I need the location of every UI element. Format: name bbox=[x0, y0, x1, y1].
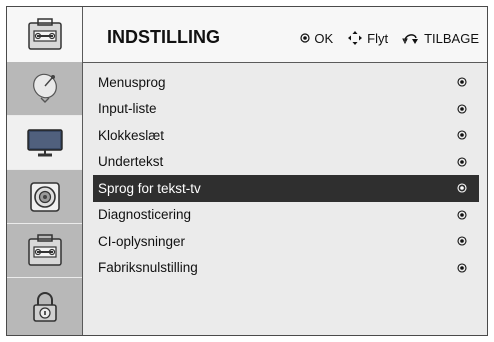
hint-back: TILBAGE bbox=[402, 31, 479, 46]
menu-item-label: Klokkeslæt bbox=[98, 127, 165, 143]
menu-item-label: Input-liste bbox=[98, 101, 157, 117]
menu-item-label: Sprog for tekst-tv bbox=[98, 180, 201, 196]
sidebar-item-audio[interactable] bbox=[7, 170, 82, 223]
menu-item-input-liste[interactable]: Input-liste bbox=[93, 96, 479, 123]
menu-item-sprog-for-tekst-tv[interactable]: Sprog for tekst-tv bbox=[93, 175, 479, 202]
menu-item-fabriksnulstilling[interactable]: Fabriksnulstilling bbox=[93, 255, 479, 282]
menu-list: Menusprog Input-liste Klokkeslæt Underte… bbox=[93, 69, 479, 281]
menu-item-label: Menusprog bbox=[98, 74, 166, 90]
tv-screen-icon bbox=[26, 128, 63, 156]
menu-item-label: Diagnosticering bbox=[98, 207, 192, 223]
header-bar: INDSTILLING OK Flyt TILBAGE bbox=[7, 7, 487, 63]
satellite-dish-icon bbox=[32, 73, 57, 103]
hint-move: Flyt bbox=[347, 30, 388, 46]
radio-dot-icon bbox=[457, 210, 467, 220]
radio-dot-icon bbox=[457, 104, 467, 114]
move-arrows-icon bbox=[348, 31, 363, 45]
settings-window: INDSTILLING OK Flyt TILBAGE Menusprog In… bbox=[6, 6, 488, 336]
radio-dot-icon bbox=[457, 183, 467, 193]
hint-ok-label: OK bbox=[314, 30, 334, 46]
menu-item-undertekst[interactable]: Undertekst bbox=[93, 149, 479, 176]
menu-item-label: CI-oplysninger bbox=[98, 233, 186, 249]
page-title: INDSTILLING bbox=[107, 27, 220, 47]
radio-dot-icon bbox=[457, 157, 467, 167]
menu-item-label: Fabriksnulstilling bbox=[98, 260, 198, 276]
speaker-icon bbox=[29, 181, 60, 212]
hint-back-label: TILBAGE bbox=[424, 30, 479, 46]
sidebar-item-setup[interactable] bbox=[7, 224, 82, 277]
radio-dot-icon bbox=[457, 77, 467, 87]
radio-dot-icon bbox=[457, 130, 467, 140]
menu-item-label: Undertekst bbox=[98, 154, 164, 170]
menu-item-klokkeslaet[interactable]: Klokkeslæt bbox=[93, 122, 479, 149]
key-hints: OK Flyt TILBAGE bbox=[300, 30, 479, 46]
radio-dot-icon bbox=[457, 236, 467, 246]
menu-item-menusprog[interactable]: Menusprog bbox=[93, 69, 479, 96]
sidebar-item-channels[interactable] bbox=[7, 62, 82, 115]
sidebar-item-lock[interactable] bbox=[7, 278, 82, 335]
sidebar bbox=[7, 62, 83, 335]
lock-icon bbox=[32, 291, 57, 322]
radio-dot-icon bbox=[457, 263, 467, 273]
header-toolbox-box bbox=[7, 7, 83, 62]
menu-item-ci-oplysninger[interactable]: CI-oplysninger bbox=[93, 228, 479, 255]
back-arrow-icon bbox=[402, 34, 419, 45]
hint-move-label: Flyt bbox=[367, 30, 389, 46]
hint-ok: OK bbox=[300, 31, 333, 46]
toolbox-icon bbox=[27, 17, 62, 50]
toolbox-icon bbox=[27, 233, 62, 266]
sidebar-item-picture[interactable] bbox=[7, 116, 82, 169]
menu-item-diagnosticering[interactable]: Diagnosticering bbox=[93, 202, 479, 229]
ok-dot-icon bbox=[300, 33, 310, 43]
